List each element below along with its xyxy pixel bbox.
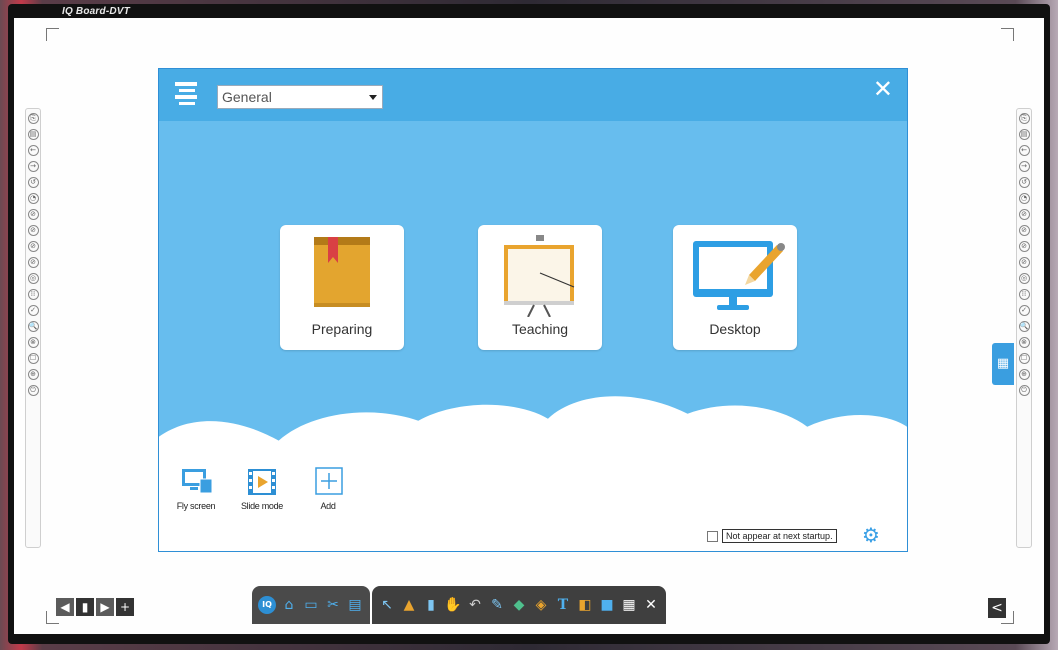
side-tool-button[interactable]: ⊗: [27, 337, 39, 348]
side-tool-button[interactable]: ✓: [27, 305, 39, 316]
scissors-icon[interactable]: ✂: [324, 596, 342, 614]
side-tool-button[interactable]: ⊘: [27, 225, 39, 236]
desktop-card[interactable]: Desktop: [673, 225, 797, 350]
side-tool-button[interactable]: ◔: [1018, 193, 1030, 204]
collapse-button[interactable]: <: [988, 598, 1006, 618]
pen-icon[interactable]: ▲: [400, 596, 418, 614]
preparing-card[interactable]: Preparing: [280, 225, 404, 350]
side-tool-button[interactable]: 🔍: [27, 321, 39, 332]
side-tool-button[interactable]: ☐: [1018, 353, 1030, 364]
add-button[interactable]: Add: [303, 467, 353, 511]
side-tool-button[interactable]: ⁞⁞: [1018, 289, 1030, 300]
film-icon: [248, 469, 276, 495]
screen-icon[interactable]: ▭: [302, 596, 320, 614]
right-side-panel: ⎘ ▤ ← → ↺ ◔ ⊘ ⊘ ⊘ ⊘ ◎ ⁞⁞ ✓ 🔍 ⊗ ☐ ⊕ ⏻: [1016, 108, 1032, 548]
startup-checkbox-label[interactable]: Not appear at next startup.: [722, 529, 837, 543]
toolbar-group-tools: ↖ ▲ ▮ ✋ ↶ ✎ ◆ ◈ T ◧ ■ ▦ ✕: [372, 586, 666, 624]
close-button[interactable]: ✕: [873, 75, 893, 103]
tag-icon[interactable]: ◈: [532, 596, 550, 614]
slide-mode-label: Slide mode: [240, 501, 284, 511]
category-select[interactable]: General: [217, 85, 383, 109]
side-tool-button[interactable]: ↺: [27, 177, 39, 188]
side-tool-button[interactable]: ←: [1018, 145, 1030, 156]
screen: ⎘ ▤ ← → ↺ ◔ ⊘ ⊘ ⊘ ⊘ ◎ ⁞⁞ ✓ 🔍 ⊗ ☐ ⊕ ⏻ ⎘ ▤ ← → ↺ ◔ ⊘ ⊘ ⊘ ⊘ ◎ ⁞⁞ ✓ 🔍 ⊗ ☐ ⊕ ⏻ …: [14, 18, 1044, 634]
side-tool-button[interactable]: ⎘: [27, 113, 39, 124]
side-tool-button[interactable]: →: [27, 161, 39, 172]
undo-icon[interactable]: ↶: [466, 596, 484, 614]
side-tool-button[interactable]: 🔍: [1018, 321, 1030, 332]
side-tool-button[interactable]: ⊘: [27, 257, 39, 268]
drawer-tab-button[interactable]: ▦: [992, 343, 1014, 385]
side-tool-button[interactable]: ◔: [27, 193, 39, 204]
fly-screen-icon: [182, 469, 213, 494]
side-tool-button[interactable]: ▤: [27, 129, 39, 140]
next-page-button[interactable]: ▶: [96, 598, 114, 616]
side-tool-button[interactable]: ⊘: [1018, 225, 1030, 236]
app-menu-icon[interactable]: [173, 79, 199, 107]
side-tool-button[interactable]: ⊘: [27, 209, 39, 220]
keyboard-icon[interactable]: ▤: [346, 596, 364, 614]
side-tool-button[interactable]: ⊕: [27, 369, 39, 380]
monitor-icon: [693, 241, 785, 310]
slide-mode-button[interactable]: Slide mode: [237, 467, 287, 511]
side-tool-button[interactable]: ☐: [27, 353, 39, 364]
side-tool-button[interactable]: ⊘: [27, 241, 39, 252]
category-select-value: General: [222, 89, 272, 105]
side-tool-button[interactable]: ◎: [27, 273, 39, 284]
toolbar-group-primary: IQ ⌂ ▭ ✂ ▤: [252, 586, 370, 624]
text-icon[interactable]: T: [554, 596, 572, 614]
side-tool-button[interactable]: ↺: [1018, 177, 1030, 188]
brand-label: IQ Board-DVT: [62, 6, 130, 17]
desktop-label: Desktop: [709, 321, 761, 337]
shape-icon[interactable]: ◆: [510, 596, 528, 614]
main-toolbar: IQ ⌂ ▭ ✂ ▤ ↖ ▲ ▮ ✋ ↶ ✎ ◆ ◈ T ◧ ■ ▦ ✕: [252, 586, 666, 624]
side-tool-button[interactable]: ←: [27, 145, 39, 156]
side-tool-button[interactable]: ◎: [1018, 273, 1030, 284]
teaching-label: Teaching: [511, 321, 569, 337]
side-tool-button[interactable]: ⊕: [1018, 369, 1030, 380]
side-tool-button[interactable]: ⁞⁞: [27, 289, 39, 300]
whiteboard-icon: [504, 235, 575, 317]
page-thumbnail-button[interactable]: ▮: [76, 598, 94, 616]
page-navigator: ◀ ▮ ▶ +: [56, 598, 134, 616]
side-tool-button[interactable]: ✓: [1018, 305, 1030, 316]
side-tool-button[interactable]: ▤: [1018, 129, 1030, 140]
close-icon[interactable]: ✕: [642, 596, 660, 614]
side-tool-button[interactable]: ⊗: [1018, 337, 1030, 348]
prev-page-button[interactable]: ◀: [56, 598, 74, 616]
add-label: Add: [320, 501, 336, 511]
annotate-icon[interactable]: ✎: [488, 596, 506, 614]
gear-icon[interactable]: ⚙: [862, 523, 880, 547]
plus-icon: [315, 467, 343, 495]
camera-icon[interactable]: ■: [598, 596, 616, 614]
grid-icon[interactable]: ▦: [620, 596, 638, 614]
fly-screen-button[interactable]: Fly screen: [171, 467, 221, 511]
side-tool-button[interactable]: →: [1018, 161, 1030, 172]
book-icon: [314, 237, 370, 307]
side-tool-button[interactable]: ⎘: [1018, 113, 1030, 124]
hand-icon[interactable]: ✋: [444, 596, 462, 614]
chevron-down-icon: [369, 95, 377, 100]
side-tool-button[interactable]: ⊘: [1018, 241, 1030, 252]
side-tool-button[interactable]: ⏻: [1018, 385, 1030, 396]
preparing-label: Preparing: [311, 321, 373, 337]
side-tool-button[interactable]: ⊘: [1018, 209, 1030, 220]
add-page-button[interactable]: +: [116, 598, 134, 616]
startup-option: Not appear at next startup.: [707, 529, 837, 543]
left-side-panel: ⎘ ▤ ← → ↺ ◔ ⊘ ⊘ ⊘ ⊘ ◎ ⁞⁞ ✓ 🔍 ⊗ ☐ ⊕ ⏻: [25, 108, 41, 548]
start-dialog: General ✕ Preparing Teaching Desktop Fly…: [158, 68, 908, 552]
pointer-icon[interactable]: ↖: [378, 596, 396, 614]
teaching-card[interactable]: Teaching: [478, 225, 602, 350]
bucket-icon[interactable]: ◧: [576, 596, 594, 614]
home-icon[interactable]: ⌂: [280, 596, 298, 614]
corner-marker: [1001, 28, 1014, 41]
eraser-icon[interactable]: ▮: [422, 596, 440, 614]
side-tool-button[interactable]: ⊘: [1018, 257, 1030, 268]
corner-marker: [46, 28, 59, 41]
startup-checkbox[interactable]: [707, 530, 718, 542]
fly-screen-label: Fly screen: [176, 501, 216, 511]
iq-logo-icon[interactable]: IQ: [258, 596, 276, 614]
side-tool-button[interactable]: ⏻: [27, 385, 39, 396]
